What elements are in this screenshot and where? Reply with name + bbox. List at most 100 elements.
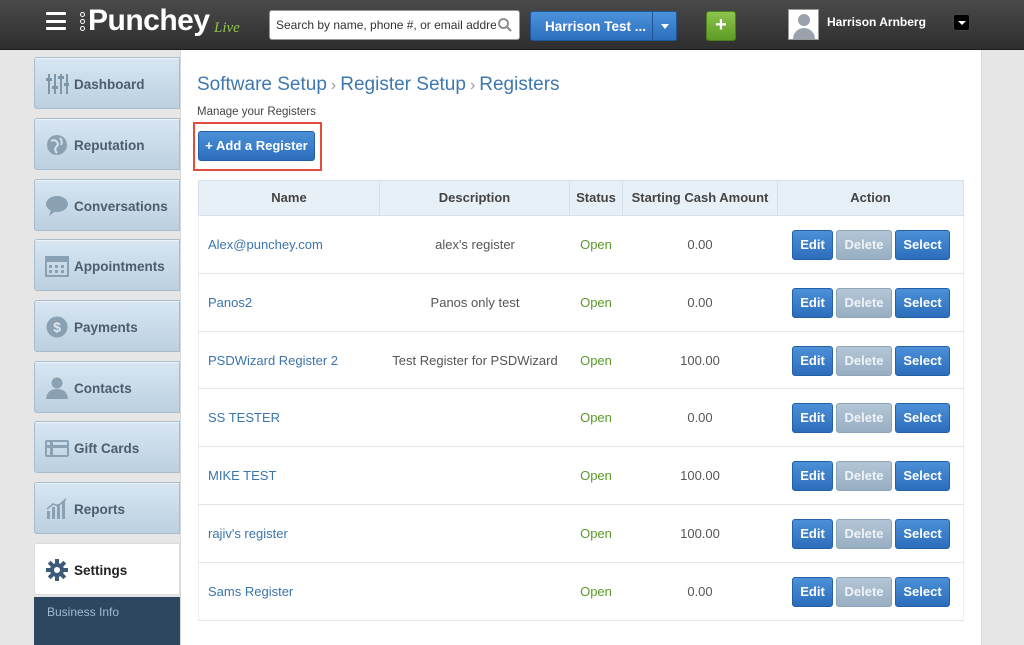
starting-cash-amount: 0.00 [687,583,713,599]
delete-button[interactable]: Delete [836,287,892,318]
edit-button[interactable]: Edit [792,461,833,492]
sidebar-item-payments[interactable]: $ Payments [34,300,180,352]
table-row: Alex@punchey.com alex's register Open 0.00 E… [198,216,964,274]
delete-button[interactable]: Delete [836,576,892,607]
user-menu-chevron-icon[interactable] [953,14,970,31]
table-row: Panos2 Panos only test Open 0.00 Edit Delete S… [198,273,964,332]
sidebar-item-reputation[interactable]: Reputation [34,118,180,170]
column-header-status[interactable]: Status [570,181,623,215]
person-icon [46,377,68,399]
search-icon[interactable] [497,17,513,33]
gift-card-icon [45,440,69,457]
select-button[interactable]: Select [895,230,950,260]
sidebar-item-label: Dashboard [74,77,145,92]
register-description [381,447,569,504]
business-selector[interactable]: Harrison Test ... [530,11,677,41]
sidebar-item-label: Reputation [74,138,145,153]
breadcrumb-separator-icon: › [330,77,337,94]
settings-submenu: Business Info [34,597,180,645]
main-content: Software Setup › Register Setup › Registers … [180,50,982,645]
select-button[interactable]: Select [895,518,950,549]
delete-button[interactable]: Delete [836,518,892,549]
gear-icon [46,559,68,581]
svg-text:$: $ [53,319,61,335]
edit-button[interactable]: Edit [792,345,833,376]
business-name: Harrison Test ... [545,19,647,34]
register-name-link[interactable]: SS TESTER [208,389,280,446]
quick-add-button[interactable]: + [706,11,736,41]
edit-button[interactable]: Edit [792,518,833,549]
sidebar-item-label: Payments [74,320,138,335]
sidebar-item-label: Gift Cards [74,441,140,456]
user-name[interactable]: Harrison Arnberg [827,15,926,29]
status-badge: Open [580,237,612,252]
delete-button[interactable]: Delete [836,403,892,434]
avatar[interactable] [788,9,819,40]
sidebar-item-appointments[interactable]: Appointments [34,239,180,291]
register-description: alex's register [435,237,515,252]
starting-cash-amount: 0.00 [687,410,713,426]
sidebar-item-settings[interactable]: Settings [34,543,180,595]
status-badge: Open [580,410,612,426]
top-bar: Punchey Live Harrison Test ... + Harriso… [0,0,1024,50]
select-button[interactable]: Select [895,576,950,607]
select-button[interactable]: Select [895,403,950,434]
sidebar-item-reports[interactable]: Reports [34,482,180,534]
sidebar-item-contacts[interactable]: Contacts [34,361,180,413]
delete-button[interactable]: Delete [836,230,892,260]
sidebar-item-label: Settings [74,563,128,578]
select-button[interactable]: Select [895,461,950,492]
breadcrumb-registers: Registers [479,74,560,95]
logo-live-badge: Live [214,20,240,36]
delete-button[interactable]: Delete [836,461,892,492]
page-subtitle: Manage your Registers [197,106,316,118]
register-name-link[interactable]: Sams Register [208,563,293,620]
search-box [269,10,520,40]
sidebar: Dashboard Reputation Conversations Appoi… [34,57,180,645]
register-description [381,563,569,620]
status-badge: Open [580,468,612,484]
add-register-button[interactable]: + Add a Register [198,131,315,161]
sidebar-item-gift-cards[interactable]: Gift Cards [34,421,180,473]
bar-chart-icon [46,498,67,519]
edit-button[interactable]: Edit [792,230,833,260]
table-row: rajiv's register Open 100.00 Edit Delete Sele… [198,504,964,563]
hamburger-menu-icon[interactable] [46,12,66,30]
starting-cash-amount: 0.00 [687,294,713,310]
calendar-icon [45,256,69,277]
column-header-name[interactable]: Name [199,181,380,215]
logo-text: Punchey [88,4,210,37]
select-button[interactable]: Select [895,345,950,376]
sidebar-item-conversations[interactable]: Conversations [34,179,180,231]
edit-button[interactable]: Edit [792,576,833,607]
breadcrumb: Software Setup › Register Setup › Registers [197,74,560,96]
column-header-starting-cash[interactable]: Starting Cash Amount [623,181,778,215]
starting-cash-amount: 100.00 [680,468,720,484]
table-header: Name Description Status Starting Cash Am… [198,180,964,216]
search-input[interactable] [276,16,496,34]
edit-button[interactable]: Edit [792,403,833,434]
table-row: Sams Register Open 0.00 Edit Delete Select [198,562,964,621]
chevron-down-icon[interactable] [652,12,676,40]
sidebar-item-label: Reports [74,502,126,517]
register-name-link[interactable]: rajiv's register [208,505,288,562]
register-name-link[interactable]: MIKE TEST [208,447,276,504]
column-header-description[interactable]: Description [380,181,570,215]
select-button[interactable]: Select [895,287,950,318]
register-name-link[interactable]: PSDWizard Register 2 [208,332,338,389]
edit-button[interactable]: Edit [792,287,833,318]
sidebar-item-label: Conversations [74,199,168,214]
status-badge: Open [580,294,612,310]
breadcrumb-software-setup[interactable]: Software Setup [197,74,327,95]
register-name-link[interactable]: Panos2 [208,274,252,331]
sidebar-item-dashboard[interactable]: Dashboard [34,57,180,109]
sidebar-item-label: Appointments [74,259,165,274]
starting-cash-amount: 0.00 [687,237,713,252]
register-description: Test Register for PSDWizard [392,352,558,368]
delete-button[interactable]: Delete [836,345,892,376]
breadcrumb-register-setup[interactable]: Register Setup [340,74,466,95]
submenu-item-business-info[interactable]: Business Info [47,605,119,619]
starting-cash-amount: 100.00 [680,525,720,541]
register-name-link[interactable]: Alex@punchey.com [208,216,323,273]
status-badge: Open [580,525,612,541]
